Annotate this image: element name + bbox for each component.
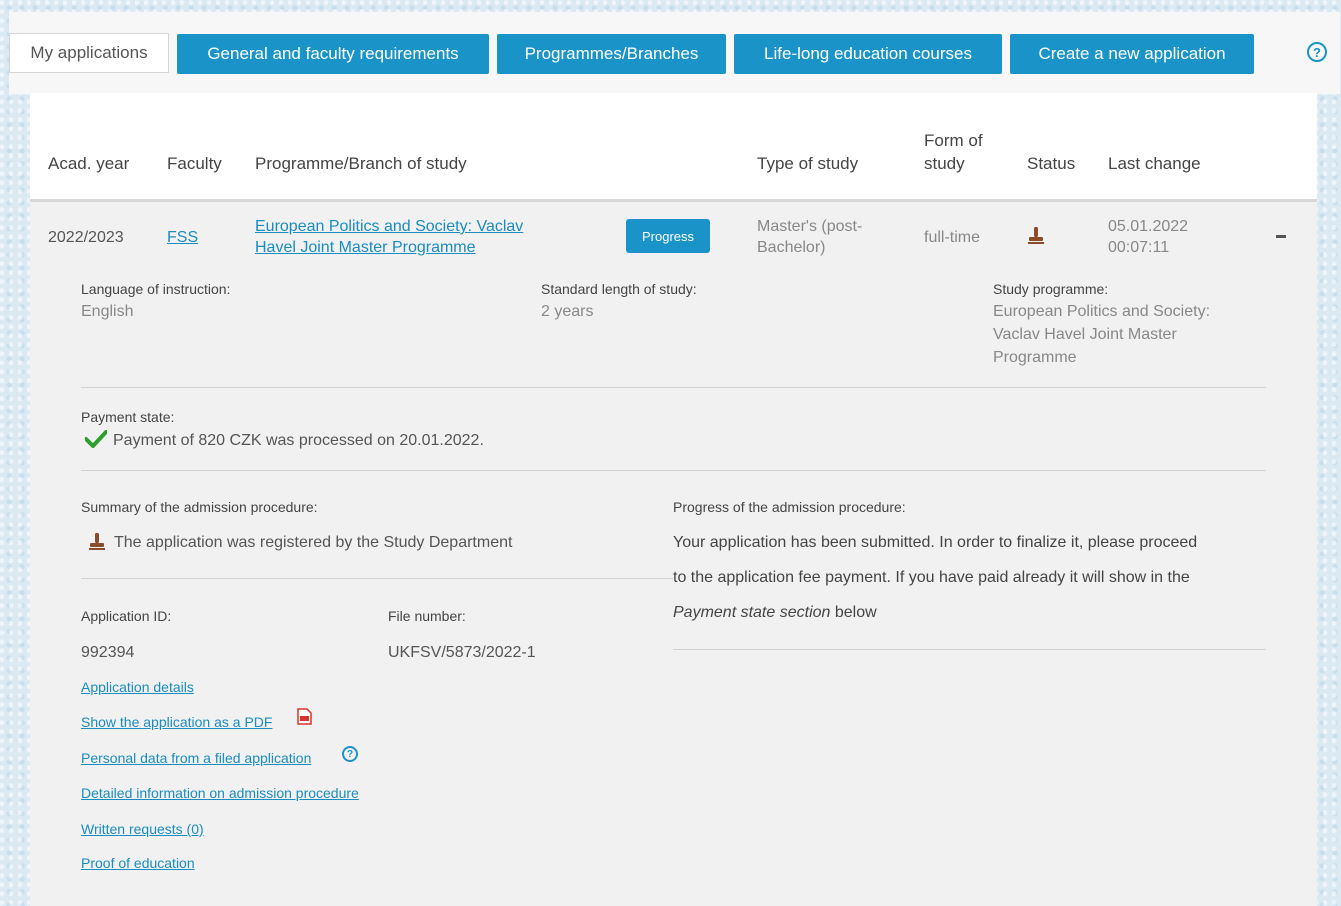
summary-value: The application was registered by the St…	[114, 534, 513, 551]
length-value: 2 years	[541, 303, 594, 320]
payment-value: Payment of 820 CZK was processed on 20.0…	[113, 432, 484, 449]
programme-line1: European Politics and Society: Vaclav	[255, 218, 524, 235]
programme-line2: Havel Joint Master Programme	[255, 239, 476, 256]
header-status: Status	[1027, 154, 1076, 173]
progress-label: Progress of the admission procedure:	[673, 499, 906, 515]
row-acad-year: 2022/2023	[48, 229, 124, 246]
study-programme-value: European Politics and Society: Vaclav Ha…	[993, 300, 1210, 369]
applications-panel: Acad. year Faculty Programme/Branch of s…	[30, 93, 1317, 906]
tab-general-requirements[interactable]: General and faculty requirements	[177, 34, 489, 74]
progress-line3: Payment state section below	[673, 595, 1197, 630]
header-acad-year: Acad. year	[48, 154, 130, 173]
row-faculty-link[interactable]: FSS	[167, 227, 198, 248]
help-icon[interactable]: ?	[342, 746, 358, 762]
header-form-line1: Form of	[924, 131, 983, 150]
file-number-value: UKFSV/5873/2022-1	[388, 644, 536, 661]
progress-line1: Your application has been submitted. In …	[673, 534, 1198, 551]
study-programme-line2: Vaclav Havel Joint Master	[993, 326, 1177, 343]
progress-line3-italic: Payment state section	[673, 604, 831, 621]
progress-button[interactable]: Progress	[626, 219, 710, 253]
collapse-icon[interactable]	[1276, 235, 1286, 238]
stamp-icon	[89, 533, 105, 550]
checkmark-icon	[85, 430, 107, 448]
show-pdf-link[interactable]: Show the application as a PDF	[81, 714, 272, 730]
proof-of-education-link[interactable]: Proof of education	[81, 855, 195, 871]
row-programme-link[interactable]: European Politics and Society: Vaclav Ha…	[255, 216, 523, 258]
header-faculty: Faculty	[167, 154, 222, 173]
progress-line2: to the application fee payment. If you h…	[673, 569, 1190, 586]
create-application-button[interactable]: Create a new application	[1010, 34, 1254, 74]
row-form-of-study: full-time	[924, 229, 981, 246]
length-label: Standard length of study:	[541, 281, 697, 297]
study-programme-label: Study programme:	[993, 281, 1109, 297]
study-programme-line1: European Politics and Society:	[993, 303, 1211, 320]
type-line2: Bachelor)	[757, 239, 826, 256]
divider	[673, 649, 1266, 650]
payment-label: Payment state:	[81, 409, 175, 425]
help-icon[interactable]: ?	[1307, 42, 1327, 62]
header-form-of-study: Form of study	[924, 129, 983, 175]
divider	[81, 578, 673, 579]
application-details-link[interactable]: Application details	[81, 679, 194, 695]
detailed-info-link[interactable]: Detailed information on admission proced…	[81, 785, 359, 801]
personal-data-link[interactable]: Personal data from a filed application	[81, 750, 311, 766]
row-type-of-study: Master's (post- Bachelor)	[757, 216, 862, 258]
header-programme: Programme/Branch of study	[255, 154, 467, 173]
tab-lifelong-courses[interactable]: Life-long education courses	[734, 34, 1002, 74]
header-type-of-study: Type of study	[757, 154, 859, 173]
app-id-label: Application ID:	[81, 608, 172, 624]
row-last-change: 05.01.2022 00:07:11	[1108, 216, 1188, 258]
written-requests-link[interactable]: Written requests (0)	[81, 821, 204, 837]
header-form-line2: study	[924, 154, 965, 173]
type-line1: Master's (post-	[757, 218, 863, 235]
divider	[81, 387, 1266, 388]
study-programme-line3: Programme	[993, 349, 1077, 366]
last-change-time: 00:07:11	[1108, 239, 1170, 256]
summary-label: Summary of the admission procedure:	[81, 499, 318, 515]
divider	[81, 470, 1266, 471]
app-id-value: 992394	[81, 644, 135, 661]
file-number-label: File number:	[388, 608, 466, 624]
progress-line3-rest: below	[830, 604, 877, 621]
tab-programmes-branches[interactable]: Programmes/Branches	[497, 34, 726, 74]
language-label: Language of instruction:	[81, 281, 231, 297]
header-last-change: Last change	[1108, 154, 1201, 173]
progress-text: Your application has been submitted. In …	[673, 525, 1197, 630]
stamp-icon	[1028, 227, 1044, 244]
language-value: English	[81, 303, 134, 320]
last-change-date: 05.01.2022	[1108, 218, 1189, 235]
tab-my-applications[interactable]: My applications	[9, 33, 169, 73]
pdf-icon[interactable]	[297, 708, 312, 725]
